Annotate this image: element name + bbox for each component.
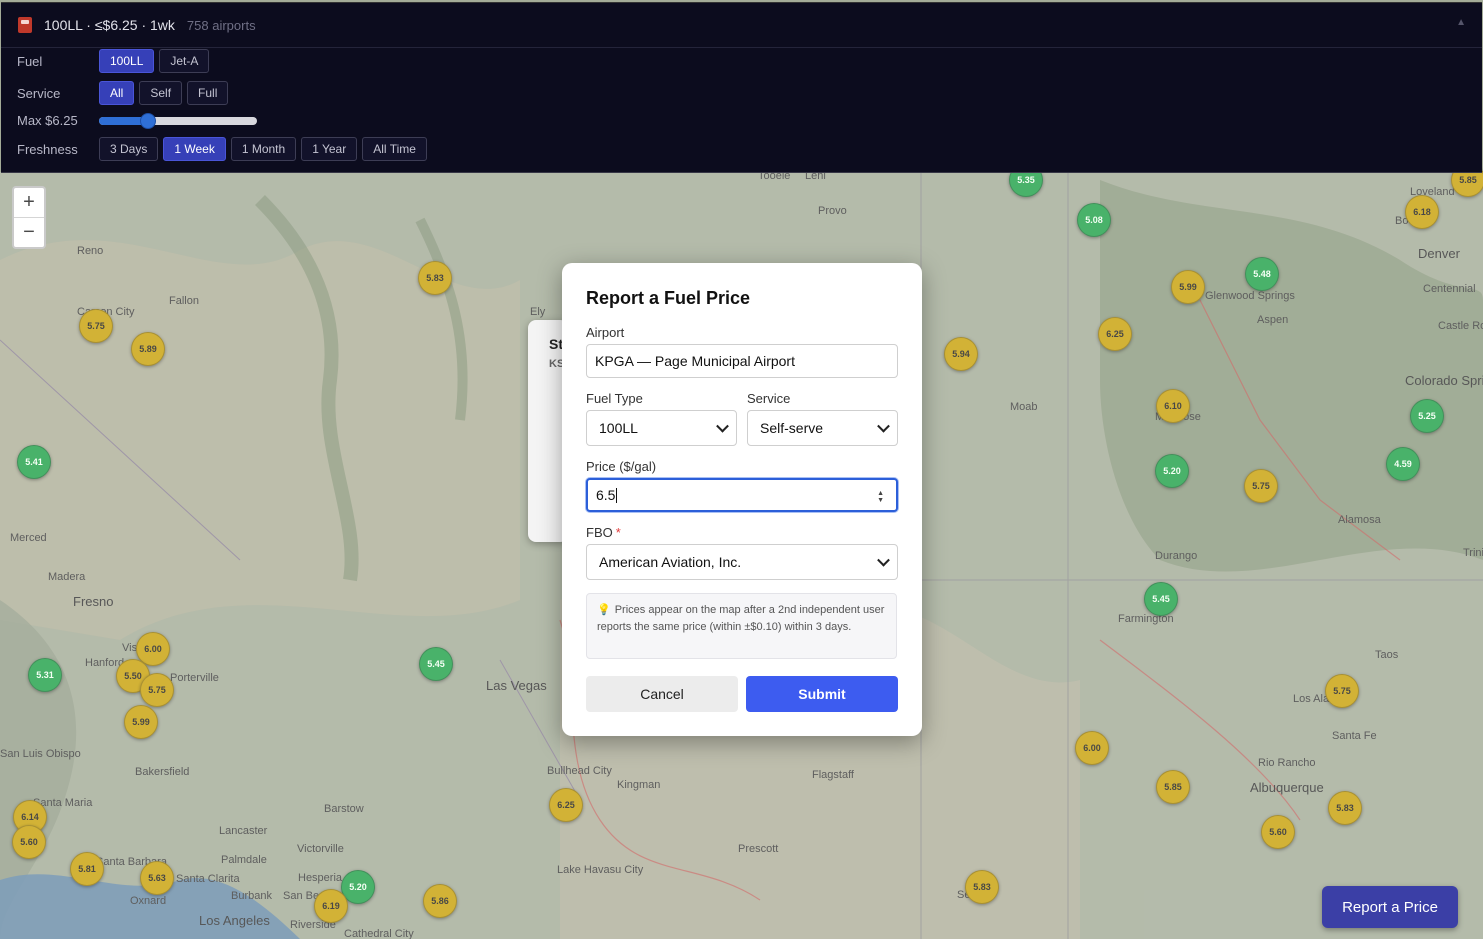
chevron-down-icon <box>716 419 729 433</box>
fuel-type-select-value: 100LL <box>599 420 638 436</box>
submit-button[interactable]: Submit <box>746 676 898 712</box>
price-label: Price ($/gal) <box>586 459 657 474</box>
number-spinner-icon[interactable]: ▲ ▼ <box>877 490 884 504</box>
freshness-option-1-year[interactable]: 1 Year <box>301 137 358 161</box>
verification-note-text: Prices appear on the map after a 2nd ind… <box>597 604 885 633</box>
report-price-dialog: Report a Fuel Price Airport KPGA — Page … <box>562 263 922 736</box>
price-input-value: 6.5 <box>596 487 616 503</box>
max-price-slider-handle[interactable] <box>139 112 156 129</box>
fuel-filter-label: Fuel <box>17 53 43 69</box>
required-marker: * <box>615 525 621 540</box>
fbo-label-text: FBO <box>586 525 613 540</box>
service-option-full[interactable]: Full <box>187 81 229 105</box>
fuel-type-select[interactable]: 100LL <box>586 410 737 446</box>
service-filter-label: Service <box>17 85 61 101</box>
freshness-option-1-month[interactable]: 1 Month <box>230 137 297 161</box>
service-option-all[interactable]: All <box>99 81 135 105</box>
airport-count: 758 airports <box>186 17 256 33</box>
service-filter-row: Service All Self Full <box>17 81 233 105</box>
service-select[interactable]: Self-serve <box>747 410 898 446</box>
dialog-title: Report a Fuel Price <box>586 288 751 308</box>
airport-input[interactable]: KPGA — Page Municipal Airport <box>586 344 898 378</box>
collapse-caret-icon[interactable]: ▲ <box>1456 17 1466 28</box>
freshness-filter-row: Freshness 3 Days 1 Week 1 Month 1 Year A… <box>17 137 432 161</box>
filter-summary: 100LL · ≤$6.25 · 1wk <box>44 17 175 33</box>
fuel-option-100ll[interactable]: 100LL <box>99 49 155 73</box>
fbo-label: FBO * <box>586 525 621 540</box>
max-price-slider[interactable] <box>99 112 257 129</box>
cancel-button[interactable]: Cancel <box>586 676 738 712</box>
verification-note: 💡 Prices appear on the map after a 2nd in… <box>586 593 897 659</box>
max-price-row: Max $6.25 <box>17 112 257 129</box>
freshness-option-3-days[interactable]: 3 Days <box>99 137 159 161</box>
chevron-down-icon <box>877 553 890 567</box>
report-price-button[interactable]: Report a Price <box>1322 886 1458 928</box>
freshness-option-all-time[interactable]: All Time <box>362 137 427 161</box>
filter-panel: 100LL · ≤$6.25 · 1wk 758 airports ▲ Fuel… <box>1 2 1482 173</box>
filter-panel-header[interactable]: 100LL · ≤$6.25 · 1wk 758 airports ▲ <box>1 3 1482 48</box>
airport-input-value: KPGA — Page Municipal Airport <box>595 353 795 369</box>
service-select-value: Self-serve <box>760 420 824 436</box>
text-cursor <box>616 487 618 503</box>
fbo-select[interactable]: American Aviation, Inc. <box>586 544 898 580</box>
fuel-type-label: Fuel Type <box>586 391 643 406</box>
price-input[interactable]: 6.5 ▲ ▼ <box>586 478 898 512</box>
fuel-pump-icon <box>18 17 32 33</box>
airport-label: Airport <box>586 325 625 340</box>
fbo-select-value: American Aviation, Inc. <box>599 554 742 570</box>
lightbulb-icon: 💡 <box>597 604 611 616</box>
service-label: Service <box>747 391 791 406</box>
freshness-filter-label: Freshness <box>17 141 78 157</box>
airport-popup-title: St <box>549 336 563 352</box>
freshness-option-1-week[interactable]: 1 Week <box>163 137 226 161</box>
chevron-down-icon <box>877 419 890 433</box>
fuel-option-jet-a[interactable]: Jet-A <box>159 49 210 73</box>
fuel-filter-row: Fuel 100LL Jet-A <box>17 49 214 73</box>
service-option-self[interactable]: Self <box>139 81 183 105</box>
max-price-label: Max $6.25 <box>17 113 78 128</box>
